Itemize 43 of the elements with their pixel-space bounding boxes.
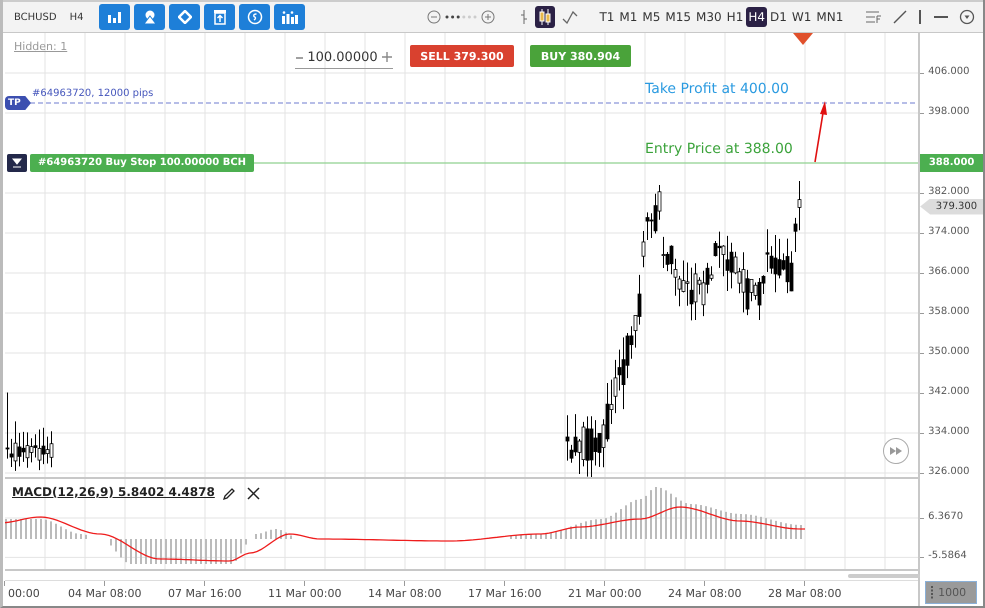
period-tab[interactable]: H1	[724, 7, 746, 27]
time-label: 24 Mar 08:00	[668, 587, 742, 600]
sell-button[interactable]: SELL 379.300	[410, 45, 514, 67]
price-label: 326.000	[928, 466, 970, 477]
volume-value: 100.00000	[307, 50, 378, 64]
price-label: 358.000	[928, 306, 970, 317]
price-label: 406.000	[928, 66, 970, 77]
indicator-value-label: -5.5864	[928, 550, 967, 562]
price-label: 374.000	[928, 226, 970, 237]
current-price-tag: 379.300	[920, 198, 983, 214]
period-tab[interactable]: T1	[597, 7, 616, 27]
time-label: 28 Mar 08:00	[768, 587, 842, 600]
period-tab[interactable]: M5	[640, 7, 662, 27]
time-label: 17 Mar 16:00	[468, 587, 542, 600]
price-label: 382.000	[928, 186, 970, 197]
price-label: 350.000	[928, 346, 970, 357]
symbol-label: BCHUSD	[14, 12, 57, 22]
take-profit-label: #64963720, 12000 pips	[32, 88, 154, 99]
period-tab[interactable]: H4	[746, 7, 768, 27]
entry-price-tag: 388.000	[920, 154, 983, 172]
indicator-value-label: 6.3670	[928, 510, 964, 522]
time-label: 00:00	[8, 587, 40, 600]
period-tab[interactable]: M30	[694, 7, 724, 27]
price-label: 334.000	[928, 426, 970, 437]
period-tab[interactable]: D1	[768, 7, 789, 27]
time-label: 11 Mar 00:00	[268, 587, 342, 600]
time-label: 07 Mar 16:00	[168, 587, 242, 600]
time-label: 21 Mar 00:00	[568, 587, 642, 600]
price-label: 342.000	[928, 386, 970, 397]
price-label: 398.000	[928, 106, 970, 117]
time-label: 04 Mar 08:00	[68, 587, 142, 600]
period-tab[interactable]: W1	[790, 7, 814, 27]
period-tab[interactable]: M15	[663, 7, 694, 27]
take-profit-badge[interactable]: TP	[5, 96, 31, 110]
period-tab[interactable]: M1	[617, 7, 640, 27]
price-label: 366.000	[928, 266, 970, 277]
timeframe-label: H4	[70, 12, 84, 22]
annotation-text: Entry Price at 388.00	[645, 141, 793, 157]
annotation-text: Take Profit at 400.00	[645, 81, 789, 97]
time-label: 14 Mar 08:00	[368, 587, 442, 600]
indicator-label[interactable]: MACD(12,26,9) 5.8402 4.4878	[12, 485, 215, 499]
volume-field[interactable]: 100.00000	[295, 46, 393, 69]
period-tab[interactable]: MN1	[814, 7, 846, 27]
